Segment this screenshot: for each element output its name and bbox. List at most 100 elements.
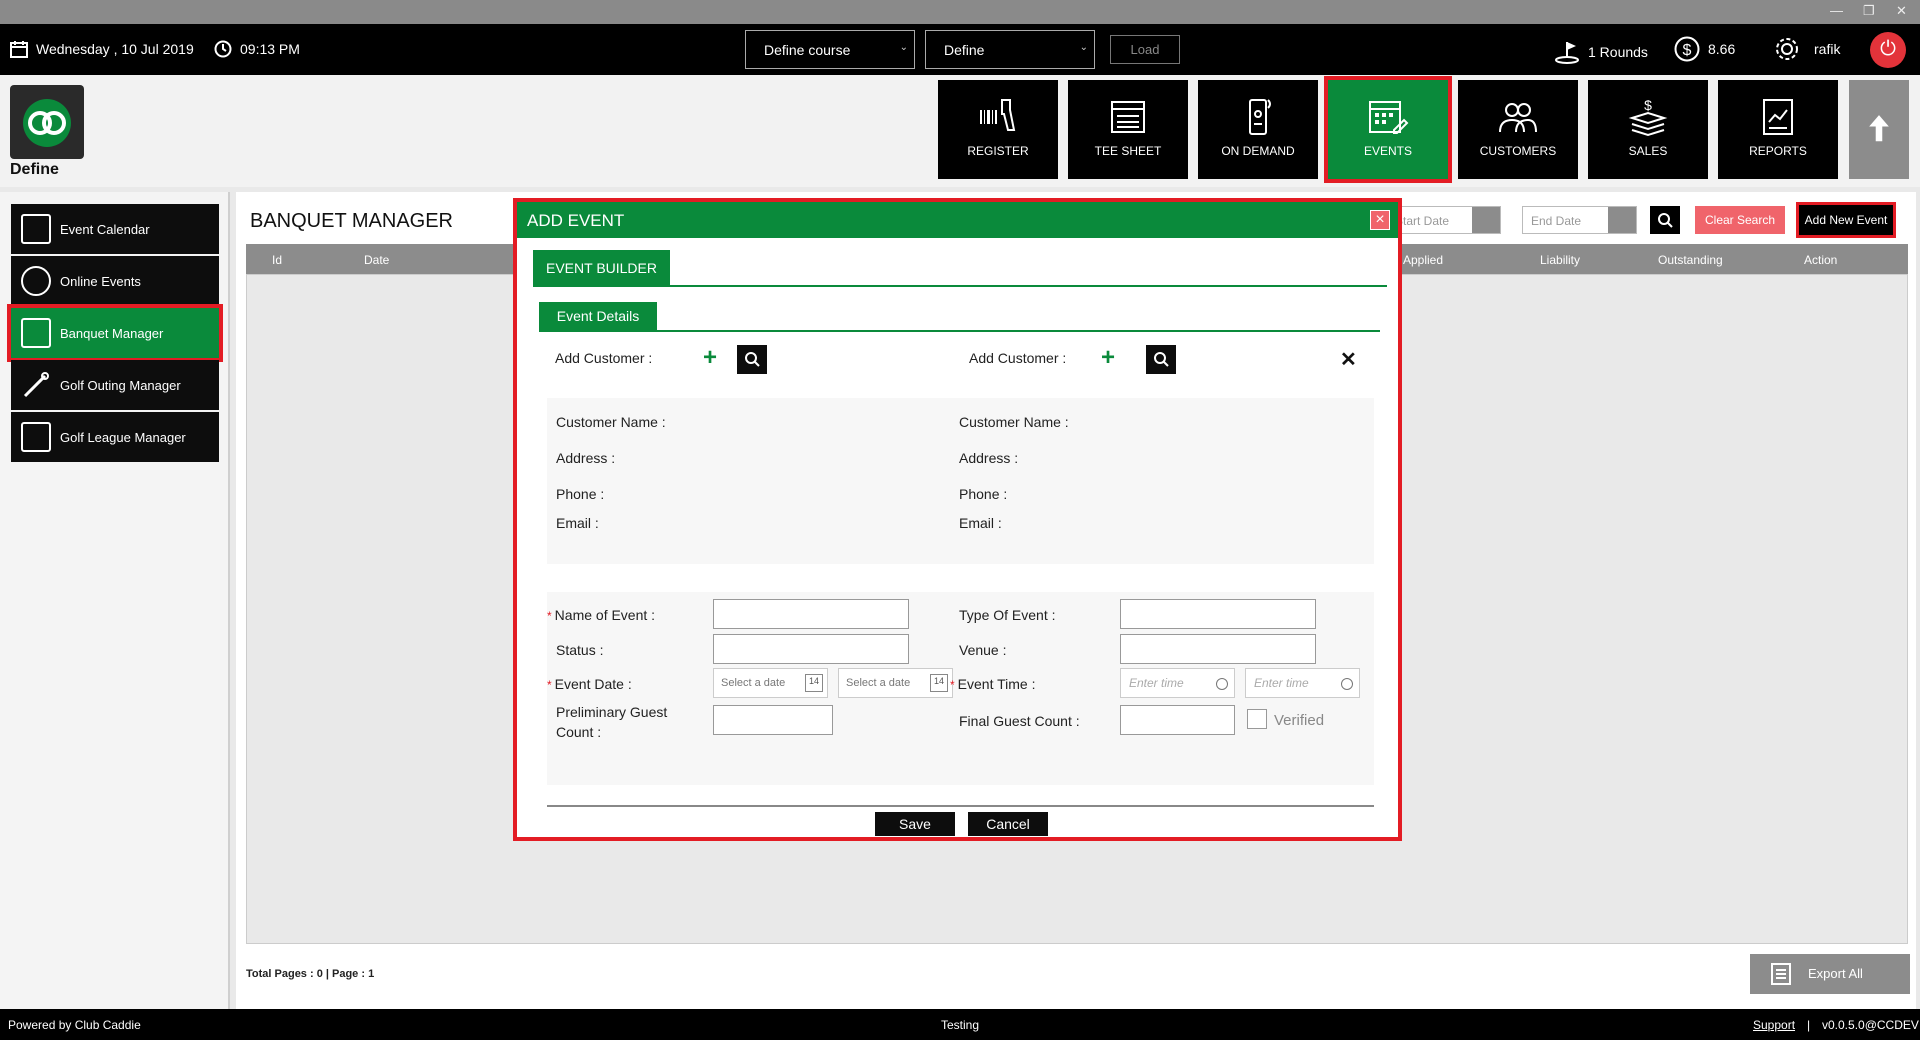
event-form-panel: * Name of Event : Type Of Event : Status … (547, 592, 1374, 785)
plus-icon[interactable]: + (703, 346, 717, 370)
calendar-icon[interactable]: 14 (930, 674, 948, 692)
rounds-display: 1 Rounds (1554, 40, 1648, 64)
course-select[interactable]: Define course ⌄ (745, 30, 915, 69)
sidebar-item-golf-outing-manager[interactable]: Golf Outing Manager (11, 360, 219, 410)
sidebar-item-golf-league-manager[interactable]: Golf League Manager (11, 412, 219, 462)
page-title: BANQUET MANAGER (250, 210, 453, 232)
calendar-icon[interactable]: 14 (805, 674, 823, 692)
app-logo-label: Define (10, 161, 59, 178)
load-button[interactable]: Load (1110, 35, 1180, 64)
dollar-icon: $ (1674, 36, 1700, 62)
restore-icon[interactable]: ❐ (1863, 3, 1875, 19)
close-icon[interactable]: ✕ (1340, 347, 1357, 372)
chevron-down-icon: ⌄ (1079, 42, 1088, 53)
add-customer-label-2: Add Customer : (969, 350, 1067, 366)
column-header-applied[interactable]: Applied (1403, 253, 1443, 267)
chevron-down-icon: ⌄ (899, 42, 908, 53)
top-bar: Wednesday , 10 Jul 2019 09:13 PM Define … (0, 24, 1920, 75)
end-date-input[interactable]: End Date (1522, 206, 1637, 234)
type-of-event-label: Type Of Event : (959, 607, 1056, 623)
nav-sales[interactable]: $ SALES (1588, 80, 1708, 179)
window-titlebar: — ❐ ✕ (0, 0, 1920, 24)
final-guest-count-label: Final Guest Count : (959, 713, 1080, 729)
collapse-nav-button[interactable] (1849, 80, 1909, 179)
column-header-liability[interactable]: Liability (1540, 253, 1580, 267)
verified-label: Verified (1274, 712, 1325, 729)
customers-icon (1499, 103, 1537, 133)
power-button[interactable]: ⏻ (1870, 32, 1906, 68)
event-end-time-input[interactable]: Enter time (1245, 668, 1360, 698)
status-input[interactable] (713, 634, 909, 664)
app-logo[interactable] (10, 85, 84, 159)
phone-label-1: Phone : (556, 486, 605, 502)
nav-reports[interactable]: REPORTS (1718, 80, 1838, 179)
tab-event-builder[interactable]: EVENT BUILDER (533, 250, 670, 286)
document-list-icon (1771, 963, 1791, 985)
close-window-icon[interactable]: ✕ (1896, 3, 1907, 19)
clear-search-button[interactable]: Clear Search (1695, 206, 1785, 234)
event-start-date-input[interactable]: Select a date 14 (713, 668, 828, 698)
arrow-up-icon (1869, 115, 1889, 142)
add-new-event-button[interactable]: Add New Event (1796, 202, 1896, 238)
column-header-date[interactable]: Date (364, 253, 389, 267)
pagination-info: Total Pages : 0 | Page : 1 (246, 968, 375, 980)
venue-label: Venue : (959, 642, 1007, 658)
sidebar: Event Calendar Online Events Banquet Man… (0, 192, 230, 1009)
sidebar-item-online-events[interactable]: Online Events (11, 256, 219, 306)
clock-icon[interactable] (1216, 678, 1228, 690)
calendar-icon[interactable] (1472, 207, 1500, 233)
address-label-2: Address : (959, 450, 1019, 466)
separator: | (1807, 1018, 1811, 1032)
sidebar-item-event-calendar[interactable]: Event Calendar (11, 204, 219, 254)
gear-icon[interactable] (1774, 36, 1800, 62)
globe-icon (21, 266, 51, 296)
export-all-button[interactable]: Export All (1750, 954, 1910, 994)
column-header-action[interactable]: Action (1804, 253, 1837, 267)
tab-event-details[interactable]: Event Details (539, 302, 657, 330)
column-header-id[interactable]: Id (272, 253, 282, 267)
event-start-time-input[interactable]: Enter time (1120, 668, 1235, 698)
nav-tee-sheet[interactable]: TEE SHEET (1068, 80, 1188, 179)
customer-name-label-1: Customer Name : (556, 414, 666, 430)
modal-header: ADD EVENT × (517, 202, 1398, 238)
clock-icon[interactable] (1341, 678, 1353, 690)
save-button[interactable]: Save (875, 812, 955, 836)
name-of-event-input[interactable] (713, 599, 909, 629)
svg-text:$: $ (1644, 97, 1652, 113)
add-customer-label-1: Add Customer : (555, 350, 653, 366)
power-icon: ⏻ (1880, 38, 1896, 60)
nav-register[interactable]: REGISTER (938, 80, 1058, 179)
customer-search-button-1[interactable] (737, 345, 767, 374)
modal-title: ADD EVENT (527, 211, 625, 230)
logo-icon (23, 99, 71, 147)
start-date-input[interactable]: Start Date (1386, 206, 1501, 234)
customer-name-label-2: Customer Name : (959, 414, 1069, 430)
time-display: 09:13 PM (214, 40, 300, 58)
search-button[interactable] (1650, 206, 1680, 234)
column-header-outstanding[interactable]: Outstanding (1658, 253, 1723, 267)
calendar-icon[interactable] (1608, 207, 1636, 233)
minimize-icon[interactable]: — (1830, 3, 1843, 18)
close-icon[interactable]: × (1370, 210, 1390, 230)
list-calendar-icon (21, 422, 51, 452)
customer-info-panel: Customer Name : Address : Phone : Email … (547, 398, 1374, 564)
plus-icon[interactable]: + (1101, 346, 1115, 370)
calendar-edit-icon (1369, 101, 1409, 134)
customer-search-button-2[interactable] (1146, 345, 1176, 374)
type-of-event-input[interactable] (1120, 599, 1316, 629)
verified-checkbox[interactable] (1247, 709, 1267, 729)
name-of-event-label: * Name of Event : (547, 607, 656, 623)
venue-input[interactable] (1120, 634, 1316, 664)
status-bar: Powered by Club Caddie Testing Support |… (0, 1009, 1920, 1040)
sidebar-item-banquet-manager[interactable]: Banquet Manager (7, 304, 223, 362)
define-select[interactable]: Define ⌄ (925, 30, 1095, 69)
cancel-button[interactable]: Cancel (968, 812, 1048, 836)
event-end-date-input[interactable]: Select a date 14 (838, 668, 953, 698)
nav-on-demand[interactable]: ON DEMAND (1198, 80, 1318, 179)
support-link[interactable]: Support (1753, 1018, 1795, 1032)
final-guest-count-input[interactable] (1120, 705, 1235, 735)
preliminary-guest-count-input[interactable] (713, 705, 833, 735)
user-menu[interactable]: rafik (1774, 36, 1840, 62)
nav-customers[interactable]: CUSTOMERS (1458, 80, 1578, 179)
nav-events[interactable]: EVENTS (1324, 76, 1452, 183)
